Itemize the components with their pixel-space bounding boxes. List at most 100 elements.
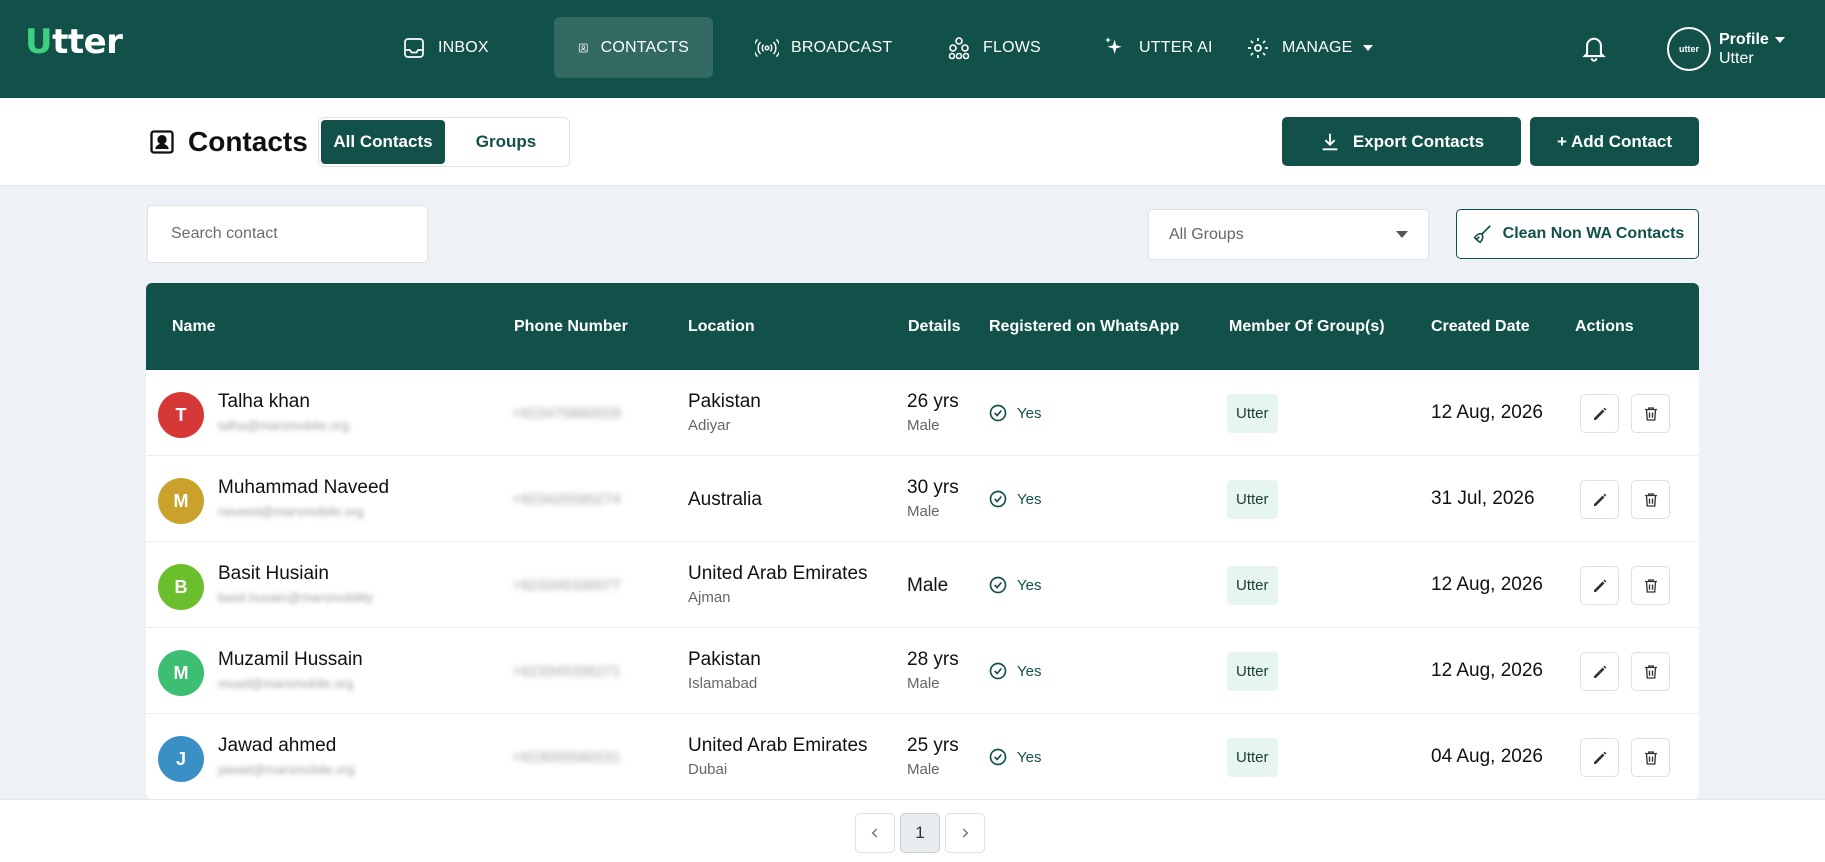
contact-email: basit.husain@marsmobility (218, 590, 374, 605)
broom-icon (1473, 225, 1491, 244)
tab-groups[interactable]: Groups (445, 120, 567, 164)
column-header-location[interactable]: Location (688, 283, 755, 370)
contacts-icon (150, 130, 174, 154)
trash-icon (1644, 750, 1657, 765)
chevron-down-icon (1362, 44, 1373, 51)
edit-button[interactable] (1580, 480, 1619, 519)
edit-button[interactable] (1580, 566, 1619, 605)
export-contacts-button[interactable]: Export Contacts (1282, 117, 1521, 166)
group-tag: Utter (1227, 565, 1278, 605)
column-header-details[interactable]: Details (908, 283, 960, 370)
contacts-icon (578, 43, 588, 52)
whatsapp-status: Yes (988, 456, 1041, 542)
nav-broadcast[interactable]: BROADCAST (731, 17, 916, 78)
column-header-registered[interactable]: Registered on WhatsApp (989, 283, 1179, 370)
trash-icon (1644, 492, 1657, 507)
utter-logo[interactable]: Utter (25, 22, 123, 62)
profile-menu[interactable]: utter Profile Utter (1667, 27, 1785, 71)
table-row[interactable]: J Jawad ahmed jawad@marsmobile.org +92300… (146, 714, 1699, 799)
contact-location: Pakistan (688, 391, 761, 412)
pencil-icon (1593, 579, 1606, 592)
contact-age: 26 yrs (907, 391, 959, 412)
contact-name: Talha khan (218, 391, 310, 412)
contact-email: talha@marsmobile.org (218, 418, 349, 433)
tab-all-contacts[interactable]: All Contacts (321, 120, 445, 164)
column-header-name[interactable]: Name (172, 283, 216, 370)
previous-page-button[interactable] (855, 813, 895, 853)
group-tag: Utter (1227, 651, 1278, 691)
edit-button[interactable] (1580, 652, 1619, 691)
page-number-button[interactable]: 1 (900, 813, 940, 853)
clean-non-wa-contacts-button[interactable]: Clean Non WA Contacts (1456, 209, 1699, 259)
trash-icon (1644, 406, 1657, 421)
profile-name: Profile (1719, 31, 1769, 48)
table-row[interactable]: M Muzamil Hussain muad@marsmobile.org +92… (146, 628, 1699, 714)
table-header: Name Phone Number Location Details Regis… (146, 283, 1699, 370)
edit-button[interactable] (1580, 738, 1619, 777)
created-date: 04 Aug, 2026 (1431, 746, 1543, 767)
delete-button[interactable] (1631, 480, 1670, 519)
sparkle-icon (1105, 36, 1122, 54)
check-circle-icon (989, 748, 1007, 766)
contact-name: Muhammad Naveed (218, 477, 390, 498)
download-icon (1322, 133, 1338, 150)
created-date: 12 Aug, 2026 (1431, 402, 1543, 423)
column-header-groups[interactable]: Member Of Group(s) (1229, 283, 1385, 370)
contact-location: Pakistan (688, 649, 761, 670)
contact-age: 25 yrs (907, 735, 959, 756)
contact-gender: Male (907, 761, 940, 778)
contact-age: 28 yrs (907, 649, 959, 670)
nav-inbox[interactable]: INBOX (378, 17, 513, 78)
contact-location: United Arab Emirates (688, 563, 868, 584)
contact-sublocation: Ajman (688, 589, 731, 606)
column-header-phone[interactable]: Phone Number (514, 283, 628, 370)
contact-gender: Male (907, 675, 940, 692)
contact-phone: +923345336271 (512, 662, 621, 680)
table-row[interactable]: B Basit Husiain basit.husain@marsmobility… (146, 542, 1699, 628)
column-header-created[interactable]: Created Date (1431, 283, 1530, 370)
page-title: Contacts (148, 126, 308, 158)
delete-button[interactable] (1631, 394, 1670, 433)
search-input[interactable] (147, 205, 428, 263)
table-row[interactable]: T Talha khan talha@marsmobile.org +923470… (146, 370, 1699, 456)
contacts-table: Name Phone Number Location Details Regis… (146, 283, 1699, 799)
contact-email: naveed@marsmobile.org (218, 504, 364, 519)
trash-icon (1644, 578, 1657, 593)
avatar: T (158, 392, 204, 438)
group-tag: Utter (1227, 737, 1278, 777)
avatar: M (158, 650, 204, 696)
avatar: B (158, 564, 204, 610)
chevron-right-icon (962, 828, 969, 838)
chevron-down-icon (1774, 36, 1785, 43)
check-circle-icon (989, 404, 1007, 422)
flows-icon (948, 36, 970, 59)
group-filter-select[interactable]: All Groups (1148, 209, 1429, 260)
contact-phone: +923345330077 (512, 576, 621, 594)
contact-email: muad@marsmobile.org (218, 676, 354, 691)
avatar: M (158, 478, 204, 524)
edit-button[interactable] (1580, 394, 1619, 433)
whatsapp-status: Yes (988, 628, 1041, 714)
next-page-button[interactable] (945, 813, 985, 853)
nav-flows[interactable]: FLOWS (923, 17, 1065, 78)
delete-button[interactable] (1631, 566, 1670, 605)
check-circle-icon (989, 662, 1007, 680)
created-date: 12 Aug, 2026 (1431, 660, 1543, 681)
delete-button[interactable] (1631, 738, 1670, 777)
contact-phone: +923425590274 (512, 490, 621, 508)
delete-button[interactable] (1631, 652, 1670, 691)
nav-contacts[interactable]: CONTACTS (554, 17, 713, 78)
broadcast-icon (755, 38, 779, 57)
add-contact-button[interactable]: + Add Contact (1530, 117, 1699, 166)
nav-utter-ai[interactable]: UTTER AI (1079, 17, 1237, 78)
table-row[interactable]: M Muhammad Naveed naveed@marsmobile.org +… (146, 456, 1699, 542)
check-circle-icon (989, 576, 1007, 594)
group-tag: Utter (1227, 393, 1278, 433)
contact-name: Muzamil Hussain (218, 649, 363, 670)
contact-sublocation: Islamabad (688, 675, 758, 692)
whatsapp-status: Yes (988, 370, 1041, 456)
nav-manage[interactable]: MANAGE (1222, 17, 1397, 78)
bell-icon[interactable] (1580, 33, 1608, 63)
whatsapp-status: Yes (988, 714, 1041, 799)
trash-icon (1644, 664, 1657, 679)
